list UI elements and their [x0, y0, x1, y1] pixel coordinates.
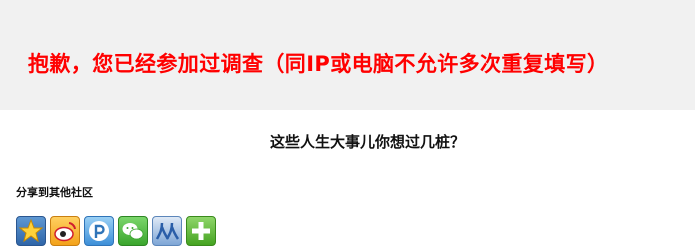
sina-weibo-icon[interactable]	[50, 216, 80, 246]
survey-title: 这些人生大事儿你想过几桩？	[269, 133, 465, 151]
error-banner: 抱歉，您已经参加过调查（同IP或电脑不允许多次重复填写）	[0, 0, 695, 110]
favorite-star-icon[interactable]	[16, 216, 46, 246]
duplicate-submission-message: 抱歉，您已经参加过调查（同IP或电脑不允许多次重复填写）	[28, 52, 609, 76]
more-plus-icon[interactable]	[186, 216, 216, 246]
wechat-icon[interactable]	[118, 216, 148, 246]
share-icon-bar	[16, 216, 216, 246]
renren-icon[interactable]	[152, 216, 182, 246]
pinyou-icon[interactable]	[84, 216, 114, 246]
share-label: 分享到其他社区	[16, 186, 93, 199]
